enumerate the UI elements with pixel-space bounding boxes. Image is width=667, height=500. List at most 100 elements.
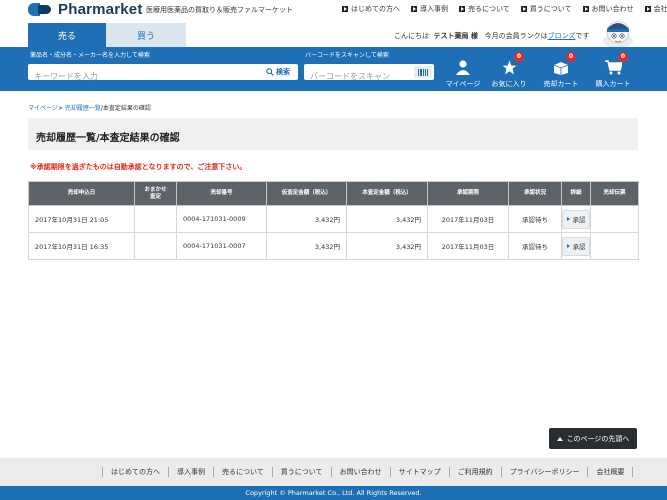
- arrow-square-icon: [520, 6, 527, 12]
- breadcrumb-sell-history[interactable]: 売却履歴一覧: [65, 105, 101, 112]
- barcode-search-input[interactable]: [304, 68, 410, 85]
- top-navigation: はじめての方へ 導入事例 売るについて 買うについて お問い合わせ 会社概要: [342, 4, 667, 14]
- buy-cart-count-badge: 0: [618, 52, 628, 62]
- table-row: 2017年10月31日 16:35 0004-171031-0007 3,432…: [28, 232, 639, 260]
- footer-link-terms[interactable]: ご利用規約: [448, 467, 501, 477]
- cell-deadline: 2017年11月03日: [427, 232, 509, 260]
- cell-omakase: [134, 232, 177, 260]
- approval-deadline-notice: ※承認期限を過ぎたものは自動承認となりますので、ご注意下さい。: [30, 163, 247, 171]
- footer-link-about-selling[interactable]: 売るについて: [213, 467, 272, 477]
- star-icon: [502, 60, 516, 75]
- arrow-square-icon: [459, 6, 465, 12]
- approve-button[interactable]: 承認: [562, 209, 590, 229]
- cell-slip: [590, 205, 639, 233]
- cell-status: 承認待ち: [508, 205, 562, 233]
- cell-provisional: 3,432円: [266, 205, 347, 233]
- nav-mypage[interactable]: マイページ: [438, 58, 488, 89]
- footer-link-sitemap[interactable]: サイトマップ: [389, 467, 449, 477]
- sell-cart-count-badge: 0: [566, 52, 576, 62]
- site-tagline: 医療用医薬品の買取り＆販売ファルマーケット: [146, 6, 293, 14]
- page-title: 売却履歴一覧/本査定結果の確認: [36, 133, 180, 144]
- cell-date: 2017年10月31日 21:05: [28, 205, 135, 233]
- search-band: 薬品名・成分名・メーカー名を入力して検索 検索 バーコードをスキャンして検索 マ…: [0, 47, 667, 91]
- breadcrumb: マイページ> 売却履歴一覧/本査定結果の確認: [28, 105, 151, 112]
- cart-icon: [604, 60, 622, 75]
- breadcrumb-mypage[interactable]: マイページ: [28, 105, 58, 112]
- site-header: Pharmarket 医療用医薬品の買取り＆販売ファルマーケット はじめての方へ…: [0, 0, 667, 20]
- keyword-search-input[interactable]: [28, 68, 254, 85]
- copyright: Copyright © Pharmarket Co., Ltd. All Rig…: [0, 486, 667, 500]
- cell-status: 承認待ち: [508, 232, 562, 260]
- barcode-search-box: [304, 64, 434, 85]
- cell-final: 3,432円: [346, 205, 428, 233]
- mascot-icon: [603, 20, 633, 48]
- page-title-box: 売却履歴一覧/本査定結果の確認: [28, 118, 638, 150]
- footer-link-privacy[interactable]: プライバシーポリシー: [500, 467, 588, 477]
- logo-text: Pharmarket: [58, 1, 143, 18]
- footer-link-guide[interactable]: はじめての方へ: [102, 467, 168, 477]
- col-header-status: 承認状況: [508, 181, 562, 206]
- col-header-date: 売却申込日: [28, 181, 135, 206]
- col-header-final: 本査定金額（税込）: [346, 181, 428, 206]
- footer-link-contact[interactable]: お問い合わせ: [330, 467, 390, 477]
- tab-buy[interactable]: 買う: [106, 23, 186, 47]
- back-to-top-button[interactable]: このページの先頭へ: [549, 428, 637, 449]
- cell-date: 2017年10月31日 16:35: [28, 232, 135, 260]
- user-greeting: こんにちは テスト薬局 様 今月の会員ランクはブロンズです: [394, 32, 590, 40]
- keyword-search-box: 検索: [28, 64, 298, 85]
- cell-final: 3,432円: [346, 232, 428, 260]
- col-header-omakase: おまかせ 査定: [134, 181, 177, 206]
- member-rank-link[interactable]: ブロンズ: [548, 32, 576, 40]
- topnav-guide[interactable]: はじめての方へ: [342, 4, 400, 14]
- arrow-square-icon: [582, 6, 589, 12]
- tab-sell[interactable]: 売る: [28, 23, 106, 47]
- col-header-provisional: 仮査定金額（税込）: [266, 181, 347, 206]
- sell-history-table: 売却申込日 おまかせ 査定 売却番号 仮査定金額（税込） 本査定金額（税込） 承…: [28, 181, 639, 260]
- play-arrow-icon: [566, 217, 570, 221]
- mode-tabs: 売る 買う: [28, 23, 186, 47]
- favorites-count-badge: 0: [514, 52, 524, 62]
- cell-deadline: 2017年11月03日: [427, 205, 509, 233]
- sell-box-icon: [553, 62, 569, 75]
- arrow-square-icon: [342, 6, 348, 12]
- topnav-about-buying[interactable]: 買うについて: [520, 4, 572, 14]
- col-header-detail: 詳細: [561, 181, 591, 206]
- cell-number: 0004-171031-0007: [176, 232, 267, 260]
- cell-detail: 承認: [561, 205, 591, 233]
- col-header-slip: 売却伝票: [590, 181, 639, 206]
- logo-mark-icon: [28, 3, 54, 16]
- col-header-number: 売却番号: [176, 181, 267, 206]
- cell-omakase: [134, 205, 177, 233]
- barcode-scan-button[interactable]: [414, 66, 432, 78]
- barcode-icon: [418, 68, 428, 76]
- nav-buy-cart[interactable]: 0 購入カート: [588, 52, 638, 89]
- play-arrow-icon: [566, 244, 570, 248]
- site-logo[interactable]: Pharmarket: [28, 1, 143, 18]
- topnav-contact[interactable]: お問い合わせ: [582, 4, 634, 14]
- col-header-deadline: 承認期限: [427, 181, 509, 206]
- footer-link-about-buying[interactable]: 買うについて: [271, 467, 331, 477]
- user-name: テスト薬局 様: [433, 32, 478, 40]
- footer-link-cases[interactable]: 導入事例: [168, 467, 213, 477]
- topnav-cases[interactable]: 導入事例: [411, 4, 448, 14]
- arrow-square-icon: [644, 6, 651, 12]
- nav-favorites[interactable]: 0 お気に入り: [484, 52, 534, 89]
- topnav-company[interactable]: 会社概要: [644, 4, 667, 14]
- approve-button[interactable]: 承認: [562, 236, 590, 256]
- search-icon: [266, 68, 274, 76]
- nav-sell-cart[interactable]: 0 売却カート: [536, 52, 586, 89]
- table-header-row: 売却申込日 おまかせ 査定 売却番号 仮査定金額（税込） 本査定金額（税込） 承…: [28, 181, 639, 206]
- arrow-up-icon: [556, 436, 563, 441]
- cell-provisional: 3,432円: [266, 232, 347, 260]
- barcode-search-label: バーコードをスキャンして検索: [305, 52, 389, 59]
- cell-detail: 承認: [561, 232, 591, 260]
- topnav-about-selling[interactable]: 売るについて: [459, 4, 510, 14]
- search-button[interactable]: 検索: [260, 65, 296, 79]
- user-icon: [456, 60, 470, 75]
- table-row: 2017年10月31日 21:05 0004-171031-0009 3,432…: [28, 205, 639, 233]
- keyword-search-label: 薬品名・成分名・メーカー名を入力して検索: [30, 52, 150, 59]
- footer-link-company[interactable]: 会社概要: [587, 467, 634, 477]
- footer-navigation: はじめての方へ 導入事例 売るについて 買うについて お問い合わせ サイトマップ…: [0, 458, 667, 486]
- cell-number: 0004-171031-0009: [176, 205, 267, 233]
- arrow-square-icon: [411, 6, 417, 12]
